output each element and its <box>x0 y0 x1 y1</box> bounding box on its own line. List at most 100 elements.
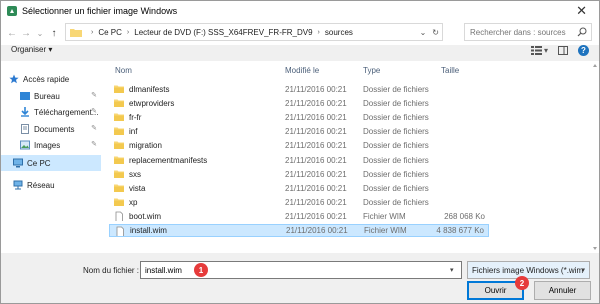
file-list-header: Nom Modifié le Type Taille <box>103 61 591 81</box>
window-title: Sélectionner un fichier image Windows <box>22 6 178 16</box>
column-header-size[interactable]: Taille <box>441 66 459 75</box>
file-name: xp <box>129 197 138 207</box>
command-bar: Organiser ▾ ▾ ? <box>1 45 599 59</box>
sidebar-item-reseau[interactable]: Réseau <box>1 177 101 193</box>
folder-icon <box>114 85 124 93</box>
column-header-modified[interactable]: Modifié le <box>285 66 319 75</box>
file-row[interactable]: vista 21/11/2016 00:21 Dossier de fichiers <box>109 182 489 195</box>
folder-icon <box>114 184 124 192</box>
breadcrumb-separator: › <box>317 28 320 36</box>
file-row[interactable]: xp 21/11/2016 00:21 Dossier de fichiers <box>109 196 489 209</box>
sidebar-item-label: Réseau <box>27 180 55 190</box>
view-menu-icon[interactable]: ▾ <box>544 46 548 55</box>
search-icon <box>577 27 587 37</box>
up-icon[interactable]: ↑ <box>47 28 61 39</box>
recent-locations-icon[interactable]: ⌄ <box>33 29 47 38</box>
forward-icon[interactable]: → <box>19 28 33 39</box>
file-modified: 21/11/2016 00:21 <box>285 99 347 109</box>
breadcrumb-dvd-drive[interactable]: Lecteur de DVD (F:) SSS_X64FREV_FR-FR_DV… <box>134 28 312 37</box>
file-row[interactable]: fr-fr 21/11/2016 00:21 Dossier de fichiers <box>109 111 489 124</box>
file-type: Fichier WIM <box>363 211 406 221</box>
file-type: Dossier de fichiers <box>363 197 429 207</box>
scrollbar-track <box>593 64 597 250</box>
sidebar-item-label: Images <box>34 140 61 150</box>
file-name: dlmanifests <box>129 85 170 94</box>
sidebar-item-label: Documents <box>34 124 75 134</box>
file-modified: 21/11/2016 00:21 <box>285 85 347 94</box>
sidebar-item-telechargements[interactable]: Téléchargement... ✎ <box>1 104 101 120</box>
network-icon <box>13 180 23 190</box>
app-icon <box>7 6 17 16</box>
file-row[interactable]: migration 21/11/2016 00:21 Dossier de fich… <box>109 139 489 152</box>
breadcrumb-ce-pc[interactable]: Ce PC <box>98 28 122 37</box>
file-row[interactable]: boot.wim 21/11/2016 00:21 Fichier WIM 268 0… <box>109 210 489 223</box>
file-row[interactable]: inf 21/11/2016 00:21 Dossier de fichiers <box>109 125 489 138</box>
file-type-filter-label: Fichiers image Windows (*.wim <box>472 265 584 275</box>
file-type: Dossier de fichiers <box>363 169 429 179</box>
file-row[interactable]: etwproviders 21/11/2016 00:21 Dossier de f… <box>109 97 489 110</box>
sidebar-item-documents[interactable]: Documents ✎ <box>1 121 101 137</box>
file-name: install.wim <box>130 226 167 235</box>
sidebar-item-bureau[interactable]: Bureau ✎ <box>1 88 101 104</box>
step-badge-2: 2 <box>515 276 529 290</box>
file-modified: 21/11/2016 00:21 <box>286 226 348 235</box>
filename-input[interactable] <box>140 261 462 279</box>
close-icon[interactable]: ✕ <box>576 3 587 19</box>
column-header-name[interactable]: Nom <box>115 66 132 75</box>
file-name: fr-fr <box>129 113 142 123</box>
file-modified: 21/11/2016 00:21 <box>285 155 347 165</box>
file-icon <box>116 226 124 236</box>
file-name: boot.wim <box>129 211 162 221</box>
file-size: 4 838 677 Ko <box>436 226 484 235</box>
preview-pane-icon[interactable] <box>558 46 568 55</box>
help-icon[interactable]: ? <box>578 45 589 56</box>
file-type: Dossier de fichiers <box>363 85 429 94</box>
organiser-button[interactable]: Organiser ▾ <box>11 45 52 54</box>
file-row[interactable]: sxs 21/11/2016 00:21 Dossier de fichiers <box>109 168 489 181</box>
folder-icon <box>114 113 124 122</box>
breadcrumb-sources[interactable]: sources <box>325 28 353 37</box>
dialog-footer: Nom du fichier : ▾ 1 Fichiers image Wind… <box>1 253 599 303</box>
folder-icon <box>114 141 124 150</box>
download-icon <box>21 107 29 117</box>
folder-icon <box>114 99 124 108</box>
search-box[interactable] <box>464 23 592 41</box>
file-type-filter[interactable]: Fichiers image Windows (*.wim ▾ <box>467 261 590 279</box>
pictures-icon <box>20 140 30 150</box>
file-row[interactable]: install.wim 21/11/2016 00:21 Fichier WIM 4 … <box>109 224 489 237</box>
file-row[interactable]: dlmanifests 21/11/2016 00:21 Dossier de fi… <box>109 83 489 96</box>
refresh-icon[interactable]: ↻ <box>432 28 439 37</box>
cancel-button[interactable]: Annuler <box>534 281 591 300</box>
file-modified: 21/11/2016 00:21 <box>285 197 347 207</box>
sidebar-item-label: Accès rapide <box>23 74 70 84</box>
address-row: ← → ⌄ ↑ › Ce PC › Lecteur de DVD (F:) SS… <box>1 21 599 45</box>
address-dropdown-icon[interactable]: ⌄ <box>420 28 427 37</box>
back-icon[interactable]: ← <box>5 28 19 39</box>
file-name: etwproviders <box>129 99 175 109</box>
file-modified: 21/11/2016 00:21 <box>285 169 347 179</box>
view-icon[interactable] <box>530 46 542 55</box>
scrollbar[interactable] <box>591 61 599 253</box>
desktop-folder-icon <box>20 92 30 100</box>
address-bar[interactable]: › Ce PC › Lecteur de DVD (F:) SSS_X64FRE… <box>65 23 443 41</box>
step-badge-1: 1 <box>194 263 208 277</box>
chevron-down-icon: ▾ <box>581 267 585 274</box>
file-modified: 21/11/2016 00:21 <box>285 113 347 123</box>
file-name: replacementmanifests <box>129 155 208 165</box>
file-name: sxs <box>129 169 141 179</box>
sidebar-item-quick-access[interactable]: Accès rapide <box>1 71 101 87</box>
column-header-type[interactable]: Type <box>363 66 380 75</box>
file-type: Dossier de fichiers <box>363 127 429 137</box>
search-input[interactable] <box>470 27 578 37</box>
pin-icon: ✎ <box>91 108 97 115</box>
file-modified: 21/11/2016 00:21 <box>285 211 347 221</box>
file-size: 268 068 Ko <box>444 211 485 221</box>
file-row[interactable]: replacementmanifests 21/11/2016 00:21 Doss… <box>109 154 489 167</box>
filename-dropdown-icon[interactable]: ▾ <box>450 266 454 274</box>
sidebar-item-ce-pc[interactable]: Ce PC <box>1 155 101 171</box>
filename-label: Nom du fichier : <box>83 266 140 275</box>
pin-icon: ✎ <box>91 141 97 148</box>
sidebar-item-images[interactable]: Images ✎ <box>1 137 101 153</box>
breadcrumb-separator: › <box>126 28 130 36</box>
folder-icon <box>114 198 124 206</box>
